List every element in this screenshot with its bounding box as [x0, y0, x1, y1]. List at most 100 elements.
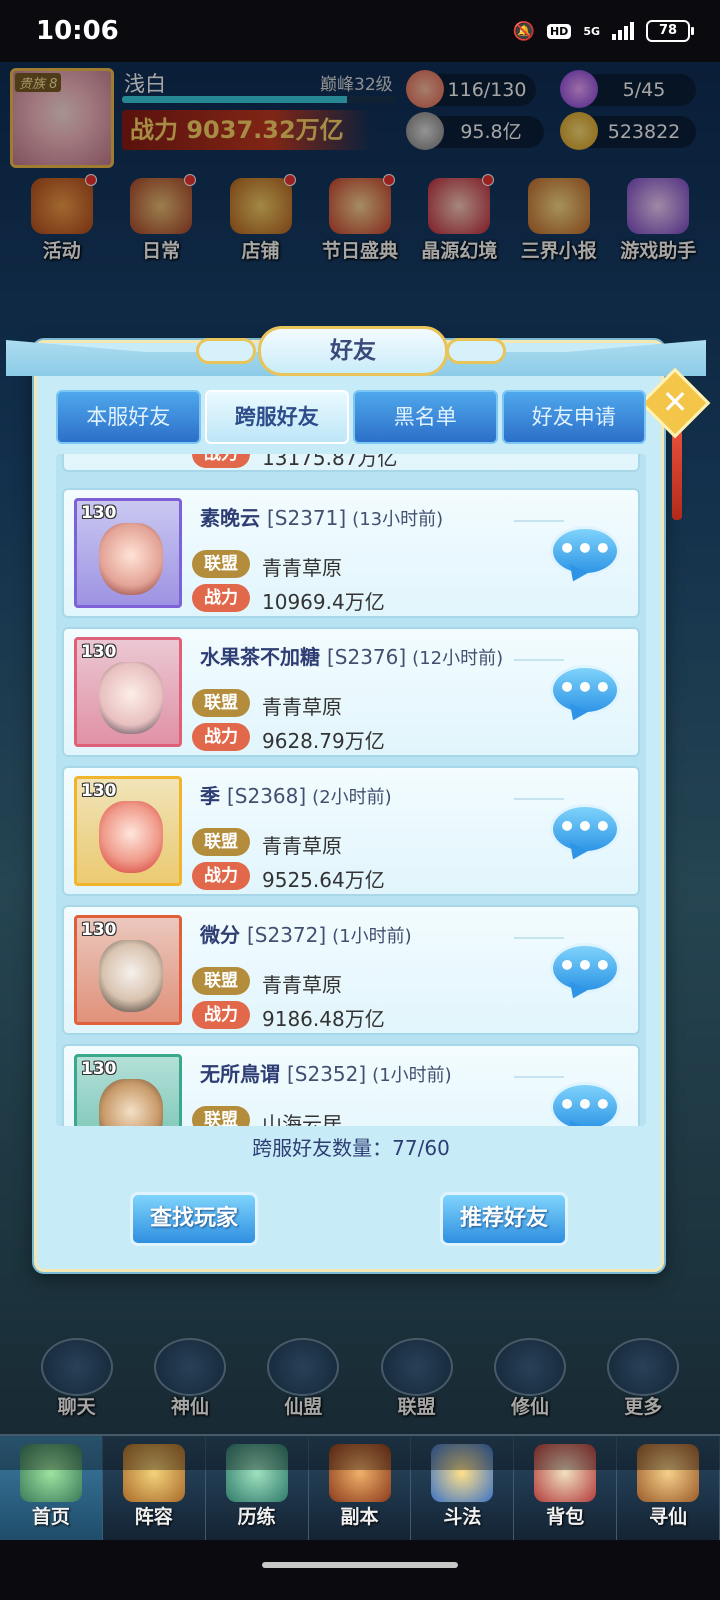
friend-name-line: 微分 [S2372] (1小时前): [200, 919, 412, 948]
dialog-title: 好友: [258, 326, 448, 376]
home-indicator[interactable]: [262, 1562, 458, 1568]
signal-icon: [612, 22, 634, 40]
friend-level: 130: [81, 1059, 117, 1079]
friend-portrait[interactable]: 130: [74, 637, 182, 747]
tassel-decoration: [672, 430, 682, 520]
guild-tag: 联盟: [192, 1106, 250, 1126]
hero-face: [99, 523, 163, 595]
network-type: 5G: [583, 24, 600, 38]
tab-local-friends[interactable]: 本服好友: [56, 390, 201, 444]
friend-name-line: 水果茶不加糖 [S2376] (12小时前): [200, 641, 503, 670]
friend-list[interactable]: 战力 13175.87万亿 130 素晚云 [S2371] (13小时前) 联盟 …: [56, 454, 646, 1126]
friend-name: 无所鳥谓: [200, 1062, 280, 1086]
hero-face: [99, 940, 163, 1012]
friend-card[interactable]: 130 水果茶不加糖 [S2376] (12小时前) 联盟 青青草原 战力 962…: [62, 627, 640, 757]
friend-portrait[interactable]: 130: [74, 498, 182, 608]
guild-tag: 联盟: [192, 967, 250, 995]
chat-button[interactable]: •••: [550, 804, 620, 864]
chat-bubble-icon: •••: [550, 943, 620, 993]
friend-level: 130: [81, 642, 117, 662]
chat-button[interactable]: •••: [550, 1082, 620, 1126]
friend-name: 微分: [200, 923, 240, 947]
friend-power: 13175.87万亿: [262, 454, 398, 470]
card-decoration: [514, 937, 564, 939]
tab-friend-requests[interactable]: 好友申请: [501, 390, 646, 444]
friend-card[interactable]: 130 季 [S2368] (2小时前) 联盟 青青草原 战力 9525.64万亿…: [62, 766, 640, 896]
card-decoration: [514, 798, 564, 800]
friend-name-line: 无所鳥谓 [S2352] (1小时前): [200, 1058, 452, 1087]
power-tag: 战力: [192, 862, 250, 890]
friend-last-seen: (12小时前): [412, 648, 504, 669]
chat-bubble-icon: •••: [550, 804, 620, 854]
friend-last-seen: (2小时前): [312, 787, 392, 808]
hero-face: [99, 801, 163, 873]
status-icons: 🔕 HD 5G 78: [512, 20, 694, 42]
friend-server: [S2372]: [246, 923, 327, 947]
power-tag: 战力: [192, 723, 250, 751]
friend-level: 130: [81, 920, 117, 940]
chat-button[interactable]: •••: [550, 943, 620, 1003]
friend-server: [S2371]: [266, 506, 347, 530]
friend-name: 季: [200, 784, 220, 808]
mute-icon: 🔕: [512, 20, 535, 42]
system-nav-bar: [0, 1540, 720, 1600]
tab-cross-server-friends[interactable]: 跨服好友: [204, 390, 349, 444]
friend-name-line: 季 [S2368] (2小时前): [200, 780, 392, 809]
friend-card[interactable]: 130 无所鳥谓 [S2352] (1小时前) 联盟 山海云居 •••: [62, 1044, 640, 1126]
friend-guild: 青青草原: [262, 834, 342, 858]
friend-last-seen: (1小时前): [332, 926, 412, 947]
status-bar: 10:06 🔕 HD 5G 78: [0, 0, 720, 62]
friend-tabs: 本服好友 跨服好友 黑名单 好友申请: [56, 390, 646, 444]
card-decoration: [514, 520, 564, 522]
friend-last-seen: (1小时前): [372, 1065, 452, 1086]
card-decoration: [514, 659, 564, 661]
guild-tag: 联盟: [192, 689, 250, 717]
chat-button[interactable]: •••: [550, 526, 620, 586]
chat-bubble-icon: •••: [550, 1082, 620, 1126]
card-decoration: [514, 1076, 564, 1078]
friend-portrait[interactable]: 130: [74, 1054, 182, 1126]
chat-bubble-icon: •••: [550, 665, 620, 715]
friend-power: 10969.4万亿: [262, 590, 385, 614]
hero-face: [99, 662, 163, 734]
friend-card-partial[interactable]: 战力 13175.87万亿: [62, 454, 640, 472]
friend-level: 130: [81, 781, 117, 801]
chat-bubble-icon: •••: [550, 526, 620, 576]
hero-face: [99, 1079, 163, 1126]
friend-server: [S2352]: [286, 1062, 367, 1086]
friend-server: [S2368]: [226, 784, 307, 808]
friend-guild: 青青草原: [262, 556, 342, 580]
title-ornament-left: [196, 338, 256, 364]
friend-name: 水果茶不加糖: [200, 645, 320, 669]
tab-blacklist[interactable]: 黑名单: [353, 390, 498, 444]
power-tag: 战力: [192, 454, 250, 468]
power-tag: 战力: [192, 1001, 250, 1029]
friend-guild: 山海云居: [262, 1112, 342, 1126]
friend-guild: 青青草原: [262, 973, 342, 997]
find-player-button[interactable]: 查找玩家: [130, 1192, 258, 1246]
friend-count: 跨服好友数量：77/60: [56, 1128, 646, 1168]
friend-portrait[interactable]: 130: [74, 915, 182, 1025]
friend-name: 素晚云: [200, 506, 260, 530]
friend-power: 9628.79万亿: [262, 729, 385, 753]
title-ornament-right: [446, 338, 506, 364]
friend-level: 130: [81, 503, 117, 523]
friend-card[interactable]: 130 素晚云 [S2371] (13小时前) 联盟 青青草原 战力 10969.…: [62, 488, 640, 618]
guild-tag: 联盟: [192, 550, 250, 578]
friend-name-line: 素晚云 [S2371] (13小时前): [200, 502, 443, 531]
battery-icon: 78: [646, 20, 694, 42]
friend-guild: 青青草原: [262, 695, 342, 719]
friend-power: 9525.64万亿: [262, 868, 385, 892]
close-icon[interactable]: ✕: [650, 378, 700, 428]
power-tag: 战力: [192, 584, 250, 612]
chat-button[interactable]: •••: [550, 665, 620, 725]
hd-icon: HD: [546, 23, 572, 39]
friend-portrait[interactable]: 130: [74, 776, 182, 886]
guild-tag: 联盟: [192, 828, 250, 856]
clock: 10:06: [36, 16, 119, 46]
friend-server: [S2376]: [326, 645, 407, 669]
friend-power: 9186.48万亿: [262, 1007, 385, 1031]
friend-last-seen: (13小时前): [352, 509, 444, 530]
recommend-friends-button[interactable]: 推荐好友: [440, 1192, 568, 1246]
friend-card[interactable]: 130 微分 [S2372] (1小时前) 联盟 青青草原 战力 9186.48万…: [62, 905, 640, 1035]
